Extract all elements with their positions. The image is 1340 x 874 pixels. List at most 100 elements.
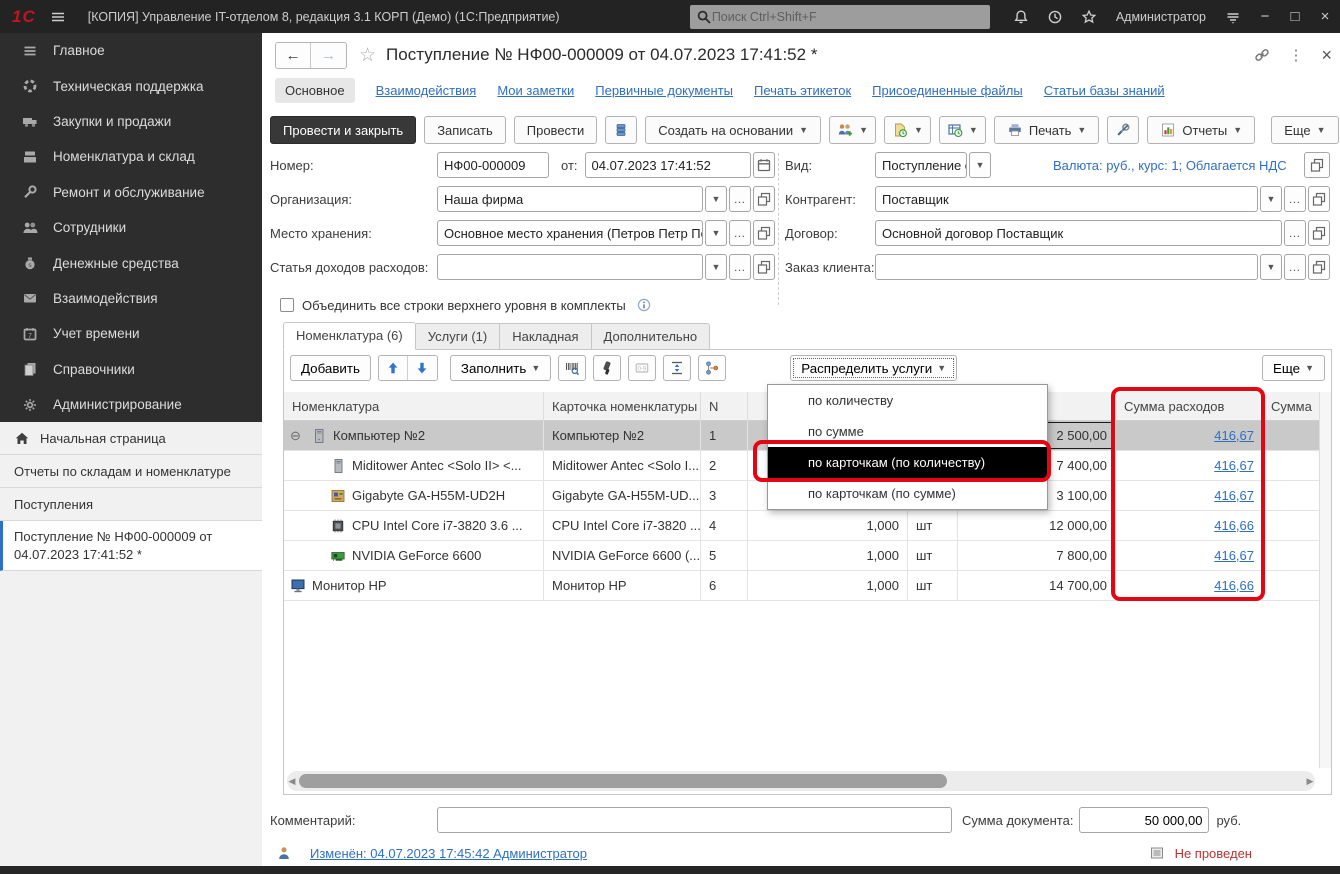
organization-dropdown-button[interactable]: ▼ <box>705 186 727 212</box>
doc-tab-1[interactable]: Взаимодействия <box>376 83 477 98</box>
table-more-button[interactable]: Еще▼ <box>1262 355 1325 381</box>
kind-field[interactable]: Поступление от <box>875 152 967 178</box>
open-window-item[interactable]: Поступление № НФ00-000009 от 04.07.2023 … <box>0 521 262 571</box>
move-up-button[interactable] <box>379 356 408 380</box>
sidebar-item[interactable]: Справочники <box>0 352 262 387</box>
distribute-services-button[interactable]: Распределить услуги▼ <box>790 355 957 381</box>
sidebar-item[interactable]: 7Учет времени <box>0 316 262 351</box>
structure-button[interactable] <box>698 355 726 381</box>
global-search[interactable] <box>690 5 990 29</box>
item-expenses-link[interactable]: 416,66 <box>1214 518 1254 533</box>
table-deadline-button[interactable]: ▼ <box>939 116 986 144</box>
more-button[interactable]: Еще▼ <box>1271 116 1338 144</box>
hscroll-left-arrow[interactable]: ◀ <box>287 776 297 787</box>
horizontal-scrollbar[interactable]: ◀ ▶ <box>287 771 1315 791</box>
expense-item-choose-button[interactable]: … <box>729 254 751 280</box>
item-expenses-link[interactable]: 416,67 <box>1214 548 1254 563</box>
contractor-dropdown-button[interactable]: ▼ <box>1260 186 1282 212</box>
sidebar-item[interactable]: Закупки и продажи <box>0 104 262 139</box>
contract-choose-button[interactable]: … <box>1284 220 1306 246</box>
doc-tab-4[interactable]: Печать этикеток <box>754 83 851 98</box>
create-based-on-button[interactable]: Создать на основании▼ <box>645 116 821 144</box>
distribute-menu-item[interactable]: по карточкам (по сумме) <box>768 478 1047 509</box>
distribute-menu-item[interactable]: по карточкам (по количеству) <box>768 447 1047 478</box>
item-expenses-link[interactable]: 416,66 <box>1214 578 1254 593</box>
hamburger-menu-icon[interactable] <box>50 9 66 25</box>
table-row[interactable]: Монитор HPМонитор HP61,000шт14 700,00416… <box>284 571 1319 601</box>
open-window-item[interactable]: Отчеты по складам и номенклатуре <box>0 455 262 488</box>
column-header[interactable]: Номенклатура <box>284 392 544 421</box>
item-expenses-link[interactable]: 416,67 <box>1214 458 1254 473</box>
hscroll-right-arrow[interactable]: ▶ <box>1305 776 1315 787</box>
storage-open-button[interactable] <box>753 220 775 246</box>
post-button[interactable]: Провести <box>514 116 598 144</box>
save-button[interactable]: Записать <box>424 116 506 144</box>
storage-field[interactable]: Основное место хранения (Петров Петр Пет <box>437 220 703 246</box>
item-expenses-link[interactable]: 416,67 <box>1214 428 1254 443</box>
client-order-open-button[interactable] <box>1308 254 1330 280</box>
comment-input[interactable] <box>437 807 952 833</box>
combine-rows-checkbox[interactable] <box>280 298 294 312</box>
expense-item-open-button[interactable] <box>753 254 775 280</box>
registers-button[interactable] <box>605 116 637 144</box>
favorites-star-icon[interactable] <box>1081 9 1097 25</box>
contractor-field[interactable]: Поставщик <box>875 186 1258 212</box>
add-row-button[interactable]: Добавить <box>290 355 371 381</box>
calendar-button[interactable] <box>753 152 775 178</box>
search-input[interactable] <box>712 10 984 24</box>
expand-rows-button[interactable] <box>663 355 691 381</box>
currency-link[interactable]: Валюта: руб., курс: 1; Облагается НДС <box>1053 158 1287 173</box>
contract-open-button[interactable] <box>1308 220 1330 246</box>
sidebar-item[interactable]: Ремонт и обслуживание <box>0 175 262 210</box>
info-icon[interactable] <box>636 297 652 313</box>
column-header[interactable]: Сумма <box>1263 392 1321 421</box>
fill-button[interactable]: Заполнить▼ <box>450 355 551 381</box>
client-order-field[interactable] <box>875 254 1258 280</box>
contractor-choose-button[interactable]: … <box>1284 186 1306 212</box>
maximize-button[interactable]: □ <box>1280 8 1310 25</box>
doc-tab-6[interactable]: Статьи базы знаний <box>1044 83 1165 98</box>
date-field[interactable]: 04.07.2023 17:41:52 <box>585 152 751 178</box>
doc-sum-field[interactable] <box>1079 807 1209 833</box>
column-header[interactable]: Сумма расходов <box>1116 392 1263 421</box>
table-row[interactable]: NVIDIA GeForce 6600NVIDIA GeForce 6600 (… <box>284 541 1319 571</box>
current-user[interactable]: Администратор <box>1116 10 1206 24</box>
hscroll-thumb[interactable] <box>299 774 947 788</box>
organization-field[interactable]: Наша фирма <box>437 186 703 212</box>
create-contact-button[interactable]: ▼ <box>829 116 876 144</box>
sidebar-item[interactable]: Сотрудники <box>0 210 262 245</box>
get-link-icon[interactable] <box>1254 47 1270 63</box>
service-menu-icon[interactable] <box>1225 9 1241 25</box>
price-check-button[interactable]: 0-9 <box>628 355 656 381</box>
close-form-icon[interactable]: × <box>1321 45 1332 66</box>
client-order-choose-button[interactable]: … <box>1284 254 1306 280</box>
client-order-dropdown-button[interactable]: ▼ <box>1260 254 1282 280</box>
doc-tab-3[interactable]: Первичные документы <box>595 83 733 98</box>
minimize-button[interactable]: − <box>1250 8 1280 25</box>
number-field[interactable]: НФ00-000009 <box>437 152 549 178</box>
item-expenses-link[interactable]: 416,67 <box>1214 488 1254 503</box>
tools-button[interactable] <box>1107 116 1139 144</box>
sidebar-item[interactable]: Главное <box>0 33 262 68</box>
kind-dropdown-button[interactable]: ▼ <box>969 152 991 178</box>
table-row[interactable]: CPU Intel Core i7-3820 3.6 ...CPU Intel … <box>284 511 1319 541</box>
open-window-item[interactable]: Поступления <box>0 488 262 521</box>
collapse-icon[interactable]: ⊖ <box>290 428 305 444</box>
sidebar-item[interactable]: Взаимодействия <box>0 281 262 316</box>
doc-tab-2[interactable]: Мои заметки <box>497 83 574 98</box>
open-window-item[interactable]: Начальная страница <box>0 422 262 455</box>
sidebar-item[interactable]: Администрирование <box>0 387 262 422</box>
barcode-search-button[interactable] <box>558 355 586 381</box>
organization-choose-button[interactable]: … <box>729 186 751 212</box>
document-deadline-button[interactable]: ▼ <box>884 116 931 144</box>
sidebar-item[interactable]: Техническая поддержка <box>0 68 262 103</box>
contract-field[interactable]: Основной договор Поставщик <box>875 220 1282 246</box>
storage-dropdown-button[interactable]: ▼ <box>705 220 727 246</box>
modified-link[interactable]: Изменён: 04.07.2023 17:45:42 Администрат… <box>310 846 587 861</box>
expense-item-field[interactable] <box>437 254 703 280</box>
items-tab[interactable]: Услуги (1) <box>416 323 500 350</box>
doc-tab-5[interactable]: Присоединенные файлы <box>872 83 1023 98</box>
close-window-button[interactable]: × <box>1310 8 1340 25</box>
column-header[interactable]: Карточка номенклатуры <box>544 392 701 421</box>
currency-open-button[interactable] <box>1304 152 1330 178</box>
